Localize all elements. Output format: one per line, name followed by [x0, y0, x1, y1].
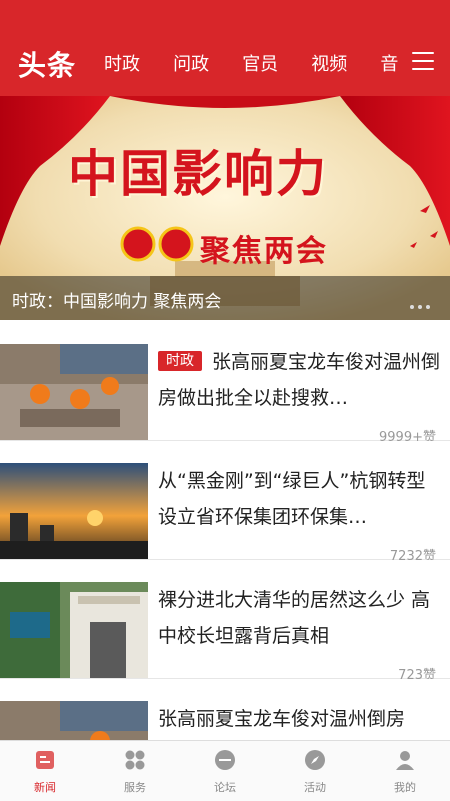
banner-subheadline: 聚焦两会 — [200, 234, 328, 269]
tab-guanyuan[interactable]: 官员 — [242, 50, 278, 74]
nav-profile[interactable]: 我的 — [360, 741, 450, 801]
tab-shizheng[interactable]: 时政 — [104, 50, 140, 74]
news-item[interactable]: 时政 张高丽夏宝龙车俊对温州倒房做出批全以赴搜救… 9999+赞 — [0, 322, 450, 445]
category-badge: 时政 — [158, 351, 202, 371]
compass-icon — [305, 750, 325, 770]
tab-wenzheng[interactable]: 问政 — [173, 50, 209, 74]
nav-activities[interactable]: 活动 — [270, 741, 360, 801]
news-title[interactable]: 张高丽夏宝龙车俊对温州倒房 — [158, 701, 440, 737]
nav-services[interactable]: 服务 — [90, 741, 180, 801]
news-thumbnail — [0, 463, 148, 559]
carousel-dot[interactable] — [410, 305, 414, 309]
news-title[interactable]: 裸分进北大清华的居然这么少 高中校长坦露背后真相 — [158, 582, 440, 654]
tab-yin[interactable]: 音 — [380, 50, 398, 74]
carousel-dot[interactable] — [418, 305, 422, 309]
banner-caption: 时政：中国影响力 聚焦两会 — [12, 292, 222, 312]
app-brand-title[interactable]: 头条 — [18, 44, 76, 84]
tab-shipin[interactable]: 视频 — [311, 50, 347, 74]
nav-label: 活动 — [304, 781, 326, 794]
nav-label: 新闻 — [34, 781, 56, 794]
news-item[interactable]: 从“黑金刚”到“绿巨人”杭钢转型设立省环保集团环保集… 7232赞 — [0, 441, 450, 564]
news-list: 时政 张高丽夏宝龙车俊对温州倒房做出批全以赴搜救… 9999+赞 从“黑金刚”到“… — [0, 322, 450, 798]
carousel-dot[interactable] — [426, 305, 430, 309]
news-thumbnail — [0, 582, 148, 678]
bottom-navigation: 新闻 服务 论坛 活动 我的 — [0, 740, 450, 801]
banner-caption-bar: 时政：中国影响力 聚焦两会 — [0, 276, 450, 320]
hamburger-menu-icon[interactable] — [412, 52, 434, 72]
category-tabs: 时政 问政 官员 视频 音 — [104, 50, 404, 74]
nav-label: 我的 — [394, 781, 416, 794]
nav-news[interactable]: 新闻 — [0, 741, 90, 801]
nav-label: 论坛 — [214, 781, 236, 794]
news-icon — [36, 751, 54, 769]
forum-icon — [215, 750, 235, 770]
featured-banner[interactable]: 中国影响力 聚焦两会 时政：中国影响力 聚焦两会 — [0, 96, 450, 320]
banner-headline: 中国影响力 — [68, 144, 328, 203]
carousel-indicator — [406, 294, 430, 313]
grid-icon — [125, 750, 145, 770]
news-title[interactable]: 时政 张高丽夏宝龙车俊对温州倒房做出批全以赴搜救… — [158, 344, 440, 416]
top-header: 头条 时政 问政 官员 视频 音 — [0, 0, 450, 96]
news-title[interactable]: 从“黑金刚”到“绿巨人”杭钢转型设立省环保集团环保集… — [158, 463, 440, 535]
news-item[interactable]: 裸分进北大清华的居然这么少 高中校长坦露背后真相 723赞 — [0, 560, 450, 683]
nav-label: 服务 — [124, 781, 146, 794]
profile-icon — [396, 751, 414, 770]
nav-forum[interactable]: 论坛 — [180, 741, 270, 801]
news-thumbnail — [0, 344, 148, 440]
